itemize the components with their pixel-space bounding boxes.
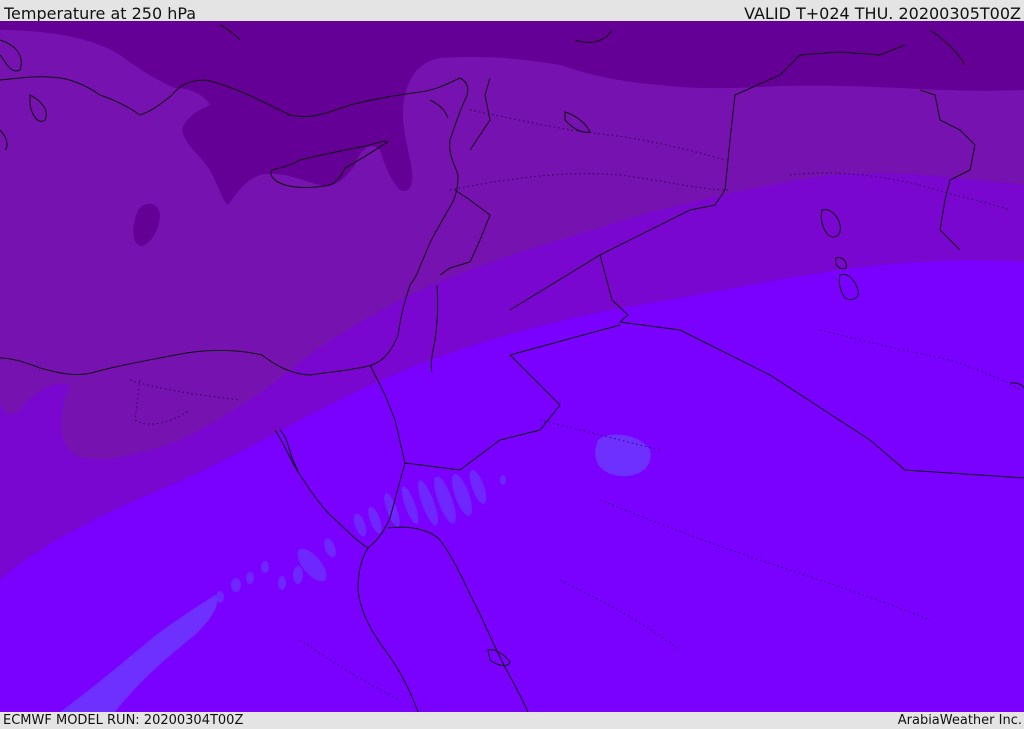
model-run-label: ECMWF MODEL RUN: 20200304T00Z (3, 713, 244, 728)
map-canvas (0, 21, 1024, 712)
map-header: Temperature at 250 hPa VALID T+024 THU. … (0, 0, 1024, 23)
credit-label: ArabiaWeather Inc. (897, 713, 1022, 728)
map-footer: ECMWF MODEL RUN: 20200304T00Z ArabiaWeat… (0, 712, 1024, 729)
temperature-map[interactable] (0, 21, 1024, 712)
